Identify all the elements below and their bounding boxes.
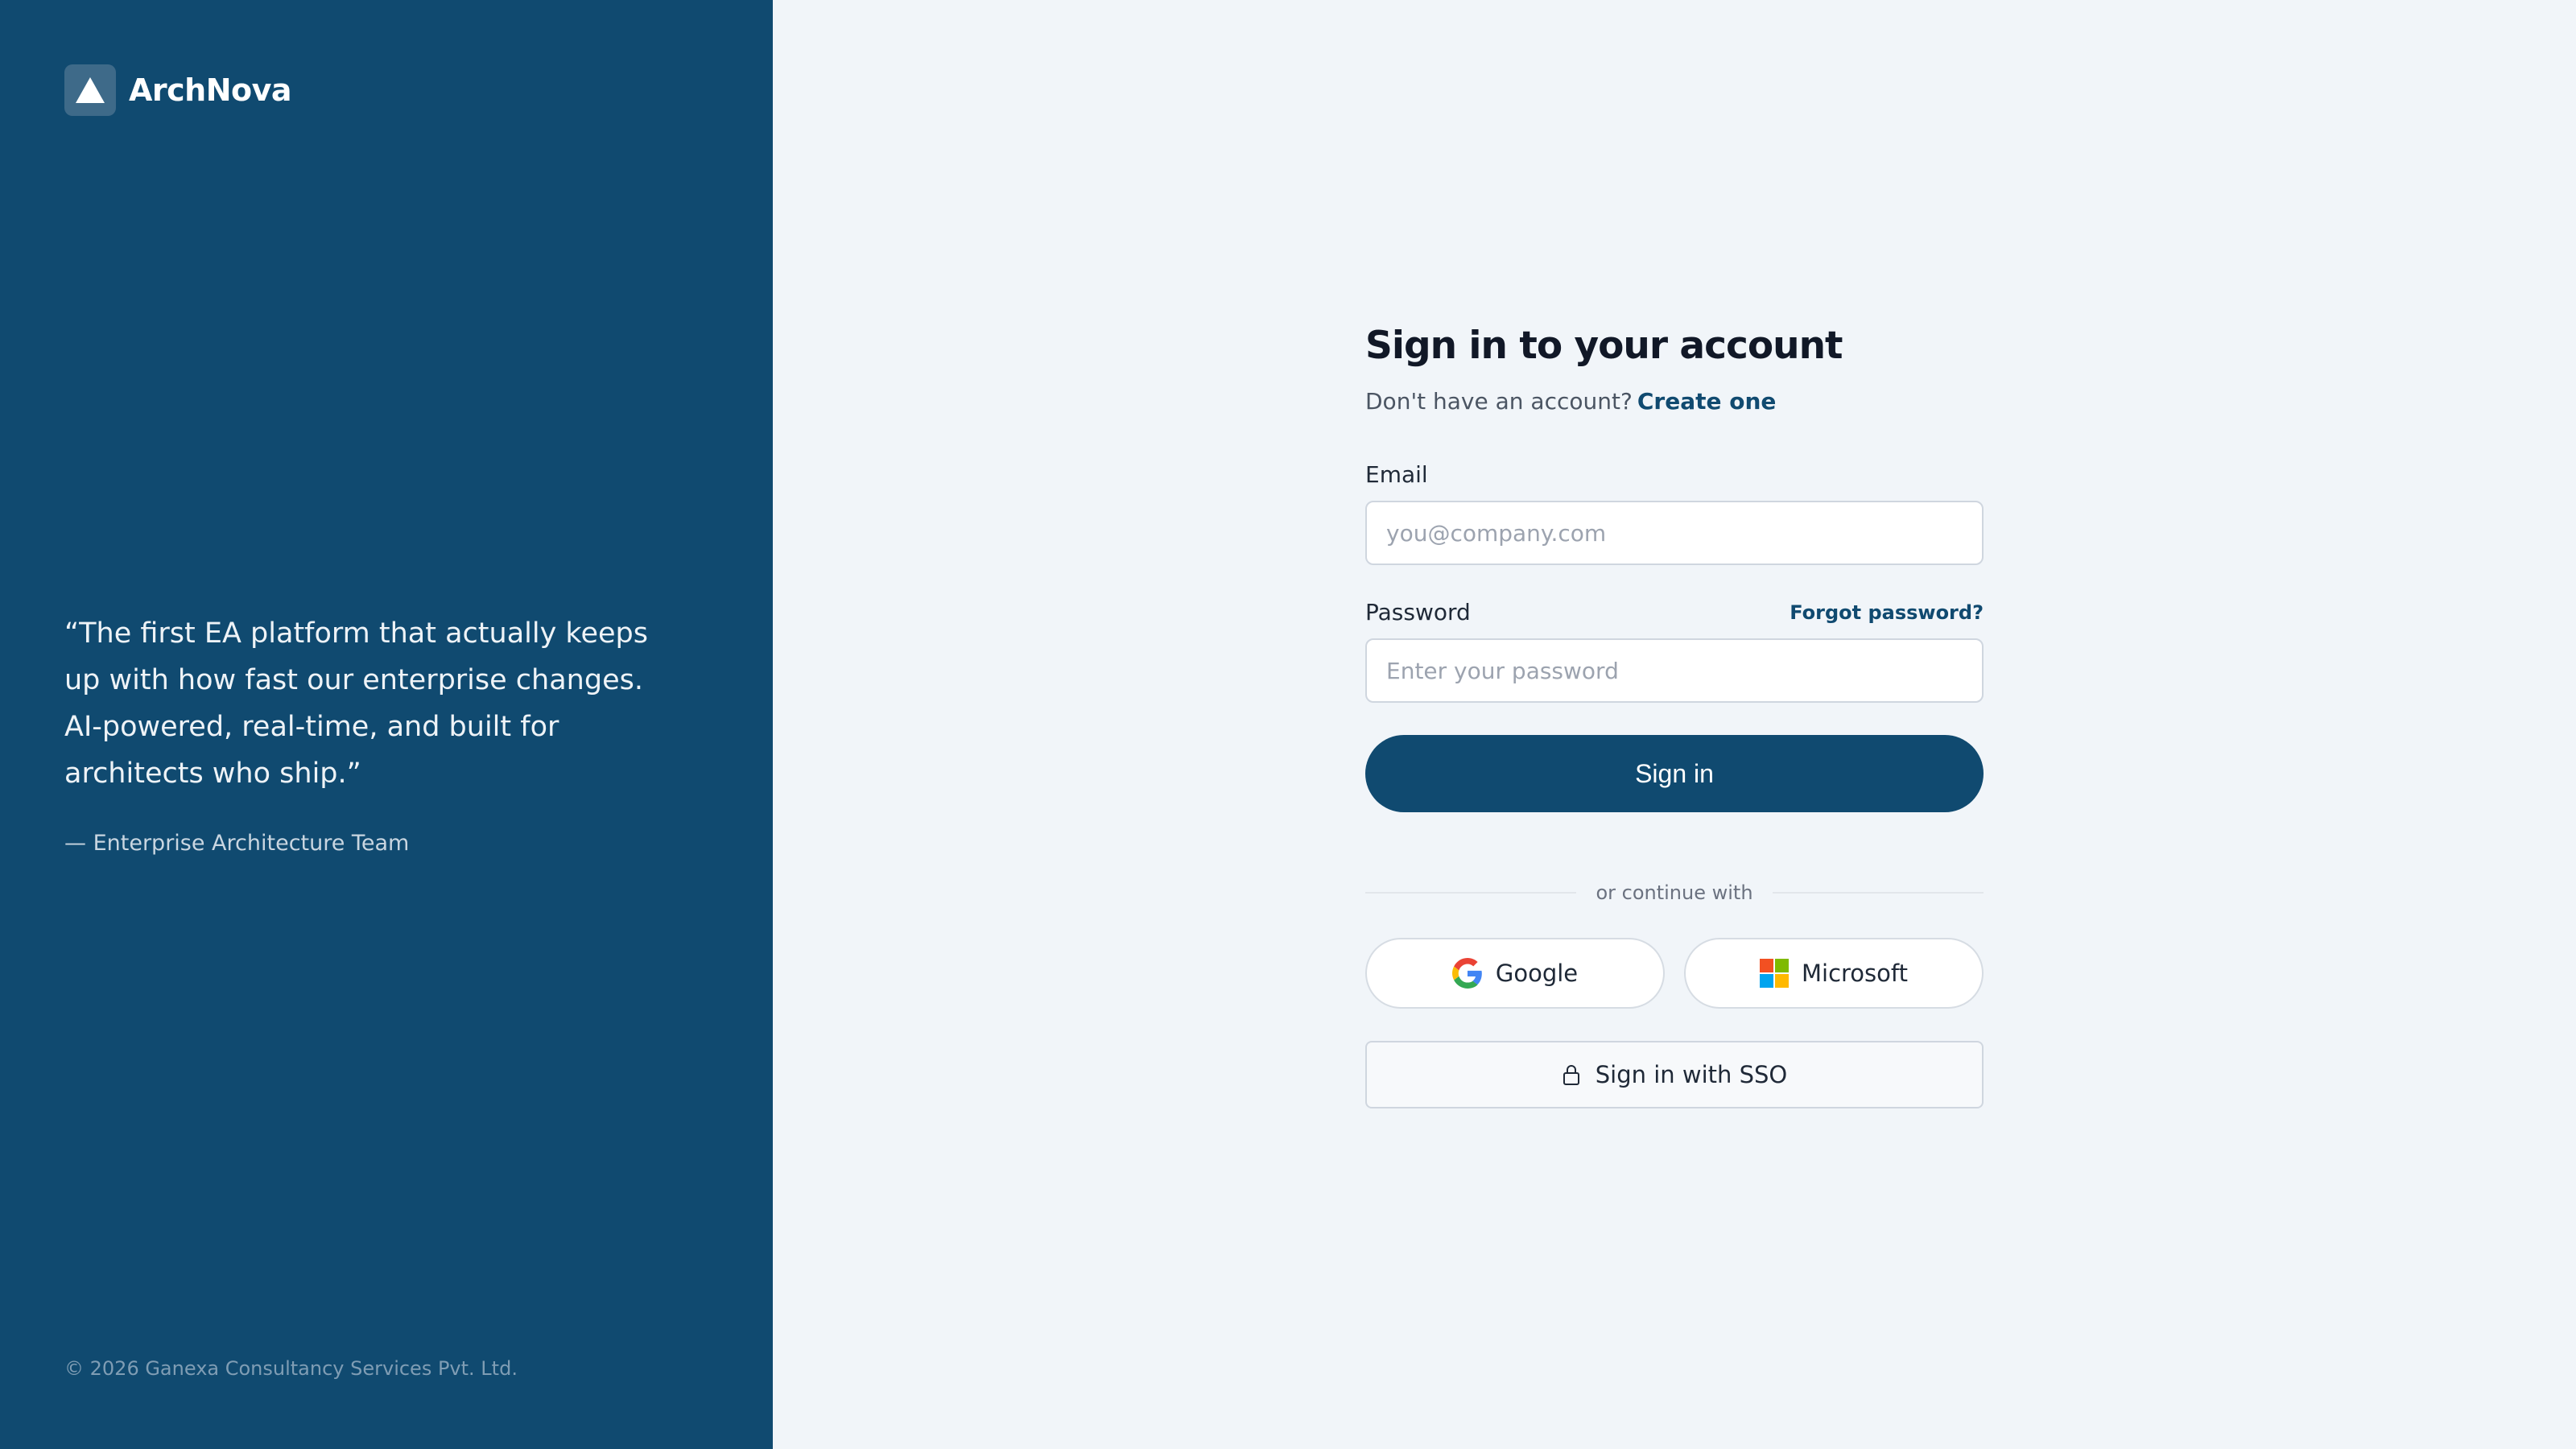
create-account-link[interactable]: Create one [1637, 388, 1777, 415]
password-label: Password [1365, 599, 1471, 625]
login-page: ArchNova “The first EA platform that act… [0, 0, 2576, 1449]
sso-signin-button[interactable]: Sign in with SSO [1365, 1041, 1984, 1108]
google-label: Google [1495, 960, 1579, 987]
brand-panel: ArchNova “The first EA platform that act… [0, 0, 773, 1449]
google-signin-button[interactable]: Google [1365, 938, 1665, 1009]
password-label-row: Password Forgot password? [1365, 599, 1984, 625]
email-label: Email [1365, 461, 1428, 488]
social-buttons: Google Microsoft [1365, 938, 1984, 1009]
password-field[interactable] [1365, 638, 1984, 703]
microsoft-signin-button[interactable]: Microsoft [1684, 938, 1984, 1009]
testimonial-quote: “The first EA platform that actually kee… [64, 617, 648, 790]
page-title: Sign in to your account [1365, 324, 1843, 368]
sso-label: Sign in with SSO [1595, 1061, 1788, 1088]
logo-mountain-icon [64, 64, 116, 116]
brand-name: ArchNova [129, 72, 292, 108]
testimonial-author: — Enterprise Architecture Team [64, 831, 410, 856]
lock-icon [1562, 1063, 1581, 1086]
signin-form: Sign in to your account Don't have an ac… [1365, 319, 1984, 1108]
divider-line-left [1365, 892, 1577, 894]
google-icon [1451, 958, 1483, 989]
microsoft-icon [1760, 959, 1789, 988]
copyright-text: © 2026 Ganexa Consultancy Services Pvt. … [64, 1357, 518, 1380]
microsoft-label: Microsoft [1802, 960, 1908, 987]
email-field[interactable] [1365, 501, 1984, 565]
signup-prompt-text: Don't have an account? [1365, 388, 1633, 415]
divider-text: or continue with [1596, 881, 1753, 904]
signup-prompt: Don't have an account? Create one [1365, 388, 1984, 415]
form-panel: Sign in to your account Don't have an ac… [773, 0, 2576, 1449]
email-label-row: Email [1365, 461, 1984, 488]
divider-line-right [1772, 892, 1984, 894]
sign-in-button[interactable]: Sign in [1365, 735, 1984, 812]
forgot-password-link[interactable]: Forgot password? [1790, 601, 1984, 624]
brand-logo[interactable]: ArchNova [64, 64, 292, 116]
social-divider: or continue with [1365, 881, 1984, 904]
